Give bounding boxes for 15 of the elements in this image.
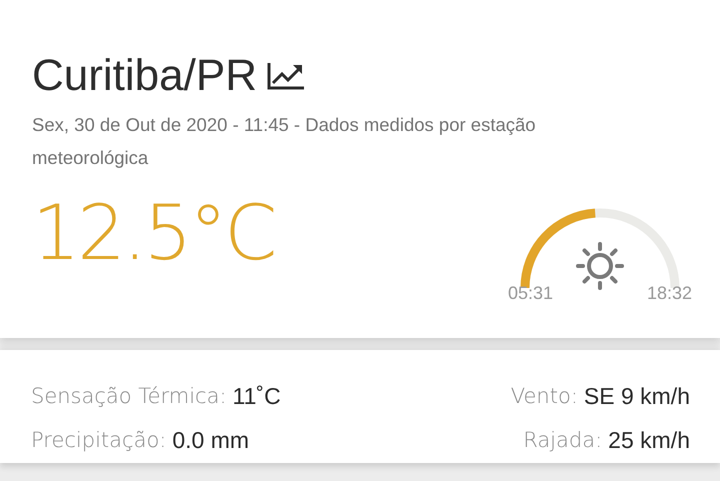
stat-label: Vento: [510, 383, 578, 410]
city-title: Curitiba/PR [32, 50, 257, 102]
stat-value: 0.0 mm [172, 426, 250, 455]
sunset-time: 18:32 [646, 283, 692, 304]
stat-value: 11˚C [232, 382, 281, 411]
stat-label: Precipitação: [31, 427, 166, 454]
stat-label: Rajada: [523, 427, 602, 454]
chart-icon[interactable] [266, 61, 305, 91]
stat-value: 25 km/h [608, 426, 690, 455]
stat-label: Sensação Térmica: [31, 383, 227, 410]
temperature-value: 12.5°C [32, 188, 274, 277]
stat-value: SE 9 km/h [584, 382, 690, 411]
date-subtitle: Sex, 30 de Out de 2020 - 11:45 - Dados medidos por estação meteorológica [32, 113, 537, 170]
sunrise-time: 05:31 [508, 283, 554, 304]
sun-icon [576, 242, 624, 290]
